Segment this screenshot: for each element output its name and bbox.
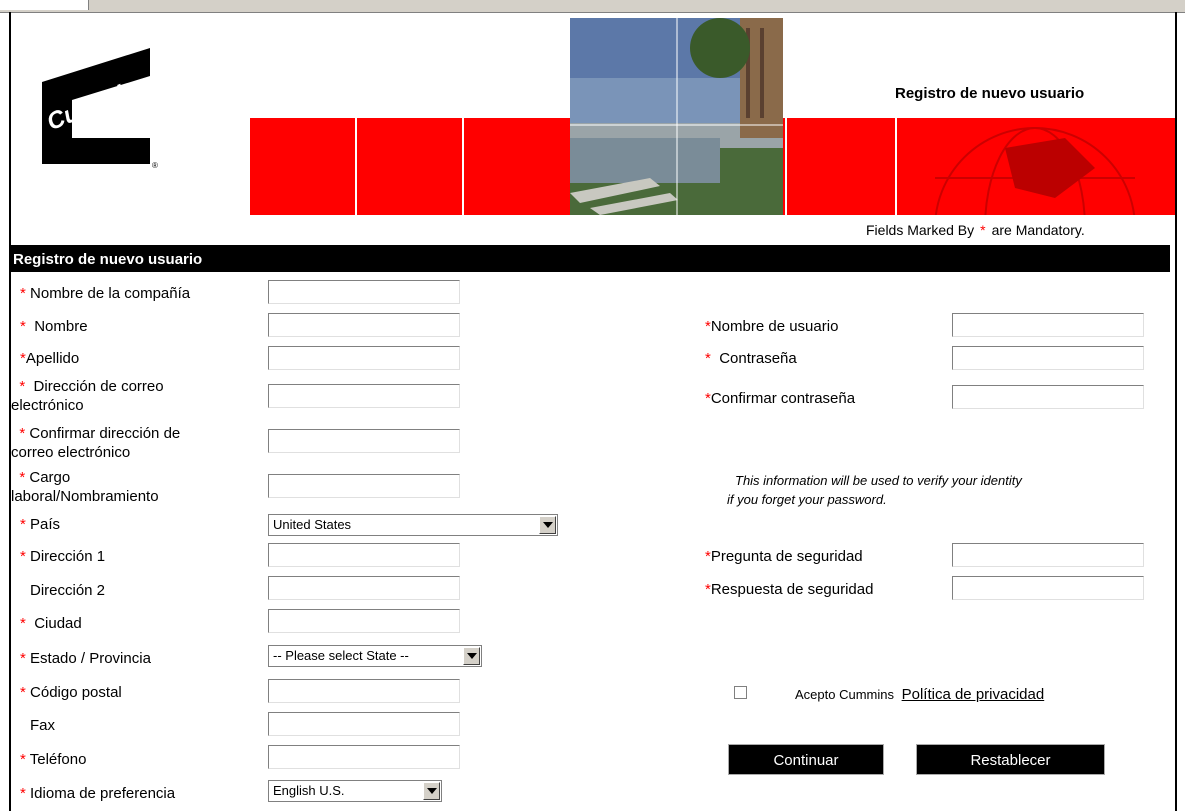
- confirm-password-input[interactable]: [952, 385, 1144, 409]
- label-country: * País: [20, 516, 61, 533]
- mandatory-prefix: Fields Marked By: [866, 222, 975, 238]
- label-state: * Estado / Provincia: [20, 650, 151, 667]
- label-confirm-email: * Confirmar dirección de correo electrón…: [11, 425, 181, 461]
- label-last-name: *Apellido: [20, 350, 80, 367]
- mandatory-note: Fields Marked By * are Mandatory.: [866, 222, 1085, 238]
- language-select[interactable]: English U.S.: [268, 780, 442, 802]
- address-1-input[interactable]: [268, 543, 460, 567]
- country-value: United States: [273, 517, 352, 532]
- first-name-input[interactable]: [268, 313, 460, 337]
- language-value: English U.S.: [273, 783, 345, 798]
- email-input[interactable]: [268, 384, 460, 408]
- security-info-text: This information will be used to verify …: [727, 471, 1022, 509]
- mandatory-star: *: [980, 222, 986, 238]
- globe-graphic: [934, 127, 1136, 215]
- section-header: Registro de nuevo usuario: [9, 245, 1170, 272]
- label-job-title: * Cargo laboral/Nombramiento: [11, 469, 159, 505]
- cummins-logo: Cummins ®: [42, 48, 158, 170]
- last-name-input[interactable]: [268, 346, 460, 370]
- phone-input[interactable]: [268, 745, 460, 769]
- label-password: * Contraseña: [705, 350, 797, 367]
- city-input[interactable]: [268, 609, 460, 633]
- continue-button[interactable]: Continuar: [728, 744, 884, 775]
- banner-divider: [355, 118, 357, 215]
- address-2-input[interactable]: [268, 576, 460, 600]
- label-email: * Dirección de correo electrónico: [11, 378, 164, 414]
- building-photo: [570, 18, 783, 215]
- chevron-down-icon[interactable]: [463, 647, 480, 665]
- label-security-answer: *Respuesta de seguridad: [705, 581, 874, 598]
- label-security-question: *Pregunta de seguridad: [705, 548, 863, 565]
- privacy-accept-text: Acepto Cummins Política de privacidad: [795, 686, 1044, 703]
- mandatory-suffix: are Mandatory.: [991, 222, 1085, 238]
- reset-button[interactable]: Restablecer: [916, 744, 1105, 775]
- password-input[interactable]: [952, 346, 1144, 370]
- banner-divider: [462, 118, 464, 215]
- security-info-line-2: if you forget your password.: [727, 492, 887, 507]
- browser-tab[interactable]: [0, 0, 89, 10]
- label-confirm-password: *Confirmar contraseña: [705, 390, 856, 407]
- username-input[interactable]: [952, 313, 1144, 337]
- svg-text:®: ®: [152, 161, 158, 170]
- banner-divider: [895, 118, 897, 215]
- privacy-policy-link[interactable]: Política de privacidad: [902, 686, 1045, 703]
- chevron-down-icon[interactable]: [539, 516, 556, 534]
- security-question-input[interactable]: [952, 543, 1144, 567]
- state-value: -- Please select State --: [273, 648, 409, 663]
- confirm-email-input[interactable]: [268, 429, 460, 453]
- label-fax: Fax: [30, 717, 56, 734]
- state-select[interactable]: -- Please select State --: [268, 645, 482, 667]
- chevron-down-icon[interactable]: [423, 782, 440, 800]
- label-address-2: Dirección 2: [30, 582, 106, 599]
- label-first-name: * Nombre: [20, 318, 88, 335]
- label-postal-code: * Código postal: [20, 684, 122, 701]
- banner-divider: [785, 118, 787, 215]
- label-language: * Idioma de preferencia: [20, 785, 176, 802]
- country-select[interactable]: United States: [268, 514, 558, 536]
- frame-border-right: [1175, 12, 1177, 811]
- postal-code-input[interactable]: [268, 679, 460, 703]
- privacy-prefix: Acepto Cummins: [795, 687, 894, 702]
- company-input[interactable]: [268, 280, 460, 304]
- label-username: *Nombre de usuario: [705, 318, 839, 335]
- page-title: Registro de nuevo usuario: [895, 85, 1085, 102]
- label-phone: * Teléfono: [20, 751, 87, 768]
- job-title-input[interactable]: [268, 474, 460, 498]
- privacy-checkbox[interactable]: [734, 686, 747, 699]
- security-info-line-1: This information will be used to verify …: [735, 473, 1022, 488]
- security-answer-input[interactable]: [952, 576, 1144, 600]
- fax-input[interactable]: [268, 712, 460, 736]
- label-address-1: * Dirección 1: [20, 548, 106, 565]
- label-company: * Nombre de la compañía: [20, 285, 191, 302]
- browser-toolbar: [0, 0, 1185, 13]
- label-city: * Ciudad: [20, 615, 82, 632]
